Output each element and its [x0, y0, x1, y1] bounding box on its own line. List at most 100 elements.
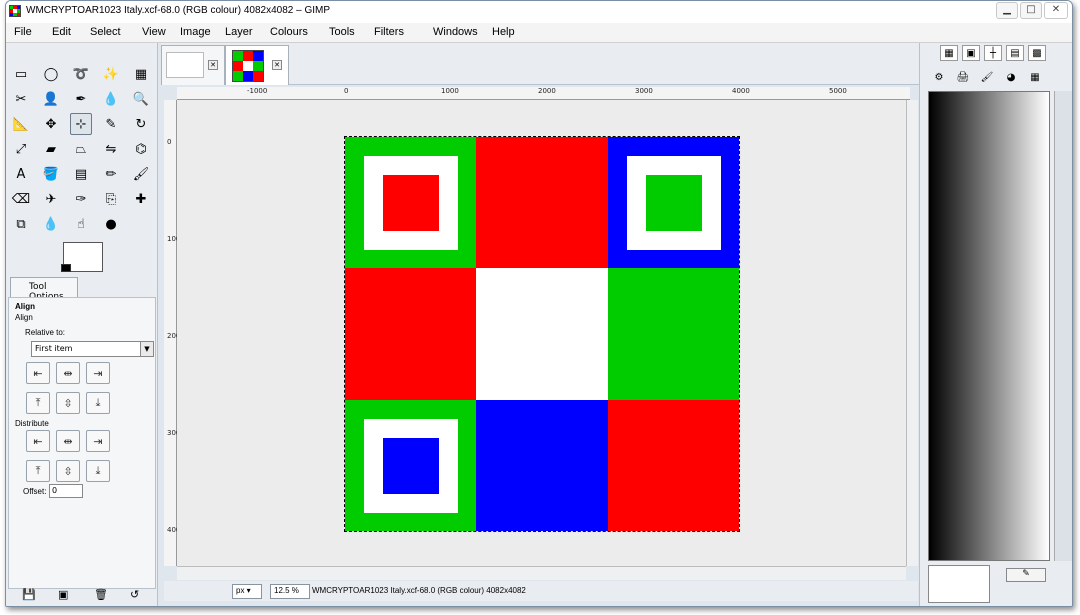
color-icon[interactable]: ◕ [1002, 69, 1020, 85]
airbrush-icon[interactable]: ✈ [40, 188, 62, 210]
menu-file[interactable]: File [14, 26, 32, 38]
scissors-select-icon[interactable]: ✂ [10, 88, 32, 110]
status-text: WMCRYPTOAR1023 Italy.xcf-68.0 (RGB colou… [312, 586, 526, 595]
menu-edit[interactable]: Edit [52, 26, 71, 38]
clone-icon[interactable]: ⎘ [100, 188, 122, 210]
distribute-vcenter-button[interactable]: ⇳ [56, 460, 80, 482]
image-canvas[interactable] [177, 100, 906, 566]
close-icon[interactable]: ✕ [208, 60, 218, 70]
menu-tools[interactable]: Tools [329, 26, 355, 38]
rotate-icon[interactable]: ↻ [130, 113, 152, 135]
align-left-button[interactable]: ⇤ [26, 362, 50, 384]
crop-icon[interactable]: ✎ [100, 113, 122, 135]
font-icon[interactable]: ▩ [1028, 45, 1046, 61]
align-top-button[interactable]: ⤒ [26, 392, 50, 414]
gradient-swatch[interactable] [928, 565, 990, 603]
align-hcenter-button[interactable]: ⇹ [56, 362, 80, 384]
move-icon[interactable]: ✥ [40, 113, 62, 135]
shear-icon[interactable]: ▰ [40, 138, 62, 160]
ellipse-select-icon[interactable]: ◯ [40, 63, 62, 85]
palette-icon[interactable]: ▦ [1026, 69, 1044, 85]
menu-view[interactable]: View [142, 26, 166, 38]
close-button[interactable]: ✕ [1044, 2, 1068, 19]
scale-icon[interactable]: ⤢ [10, 138, 32, 160]
foreground-select-icon[interactable]: 👤 [40, 88, 62, 110]
foreground-color[interactable] [61, 264, 71, 272]
menu-image[interactable]: Image [180, 26, 211, 38]
unit-select[interactable]: px ▾ [232, 584, 262, 599]
distribute-bottom-button[interactable]: ⤓ [86, 460, 110, 482]
ruler-label: 2000 [538, 87, 556, 95]
menu-layer[interactable]: Layer [225, 26, 253, 38]
align-icon[interactable]: ⊹ [70, 113, 92, 135]
distribute-hcenter-button[interactable]: ⇹ [56, 430, 80, 452]
flip-icon[interactable]: ⇋ [100, 138, 122, 160]
paintbrush-icon[interactable]: 🖌 [978, 69, 996, 85]
align-right-button[interactable]: ⇥ [86, 362, 110, 384]
reset-icon[interactable]: ↺ [130, 588, 139, 601]
heal-icon[interactable]: ✚ [130, 188, 152, 210]
fg-bg-color-swatches[interactable] [61, 240, 105, 274]
close-icon[interactable]: ✕ [272, 60, 282, 70]
offset-input[interactable]: 0 [49, 484, 83, 498]
smudge-icon[interactable]: ☝ [70, 213, 92, 235]
flag-cell [345, 268, 477, 400]
image-tab-blank[interactable]: ✕ [161, 45, 225, 85]
menu-help[interactable]: Help [492, 26, 515, 38]
eraser-icon[interactable]: ⌫ [10, 188, 32, 210]
distribute-right-button[interactable]: ⇥ [86, 430, 110, 452]
relative-to-select[interactable]: First item ▼ [31, 341, 154, 357]
image-tabs: ✕ ✕ [161, 43, 921, 85]
measure-icon[interactable]: 📐 [10, 113, 32, 135]
blend-icon[interactable]: ▤ [70, 163, 92, 185]
perspective-clone-icon[interactable]: ⧉ [10, 213, 32, 235]
text-icon[interactable]: A [10, 163, 32, 185]
image-tab-italy[interactable]: ✕ [225, 45, 289, 85]
distribute-left-button[interactable]: ⇤ [26, 430, 50, 452]
paintbrush-icon[interactable]: 🖌 [130, 163, 152, 185]
document-icon[interactable]: 🖨 [954, 69, 972, 85]
flag-cell [607, 268, 739, 400]
color-picker-icon[interactable]: 💧 [100, 88, 122, 110]
menu-filters[interactable]: Filters [374, 26, 404, 38]
italy-flag-image[interactable] [344, 136, 740, 532]
edit-gradient-button[interactable]: ✎ [1006, 568, 1046, 582]
gradient-icon[interactable]: ▦ [940, 45, 958, 61]
italy-thumbnail [232, 50, 264, 82]
menu-windows[interactable]: Windows [433, 26, 478, 38]
dodge-burn-icon[interactable]: ● [100, 213, 122, 235]
save-icon[interactable]: 💾 [22, 588, 36, 601]
gradient-preview[interactable] [928, 91, 1050, 561]
align-bottom-button[interactable]: ⤓ [86, 392, 110, 414]
tool-options-icon[interactable]: ⚙ [930, 69, 948, 85]
maximize-button[interactable]: □ [1020, 2, 1042, 19]
color-select-icon[interactable]: ▦ [130, 63, 152, 85]
pencil-icon[interactable]: ✏ [100, 163, 122, 185]
brush-icon[interactable]: ┼ [984, 45, 1002, 61]
distribute-top-button[interactable]: ⤒ [26, 460, 50, 482]
zoom-select[interactable]: 12.5 % [270, 584, 310, 599]
ink-icon[interactable]: ✑ [70, 188, 92, 210]
delete-icon[interactable]: 🗑 [94, 588, 108, 601]
rect-select-icon[interactable]: ▭ [10, 63, 32, 85]
offset-label: Offset: [23, 487, 47, 496]
cage-icon[interactable]: ⌬ [130, 138, 152, 160]
tab-tool-options[interactable]: Tool Options [10, 277, 78, 302]
horizontal-scrollbar[interactable] [177, 566, 906, 580]
paths-icon[interactable]: ✒ [70, 88, 92, 110]
palette-icon[interactable]: ▤ [1006, 45, 1024, 61]
blur-icon[interactable]: 💧 [40, 213, 62, 235]
vertical-scrollbar[interactable] [906, 100, 918, 566]
align-vcenter-button[interactable]: ⇳ [56, 392, 80, 414]
flag-inner-square [383, 175, 439, 231]
pattern-icon[interactable]: ▣ [962, 45, 980, 61]
menu-colours[interactable]: Colours [270, 26, 308, 38]
bucket-fill-icon[interactable]: 🪣 [40, 163, 62, 185]
fuzzy-select-icon[interactable]: ✨ [100, 63, 122, 85]
restore-icon[interactable]: ▣ [58, 588, 68, 601]
free-select-icon[interactable]: ➰ [70, 63, 92, 85]
menu-select[interactable]: Select [90, 26, 121, 38]
zoom-icon[interactable]: 🔍 [130, 88, 152, 110]
perspective-icon[interactable]: ⏢ [70, 138, 92, 160]
minimize-button[interactable]: ▁ [996, 2, 1018, 19]
